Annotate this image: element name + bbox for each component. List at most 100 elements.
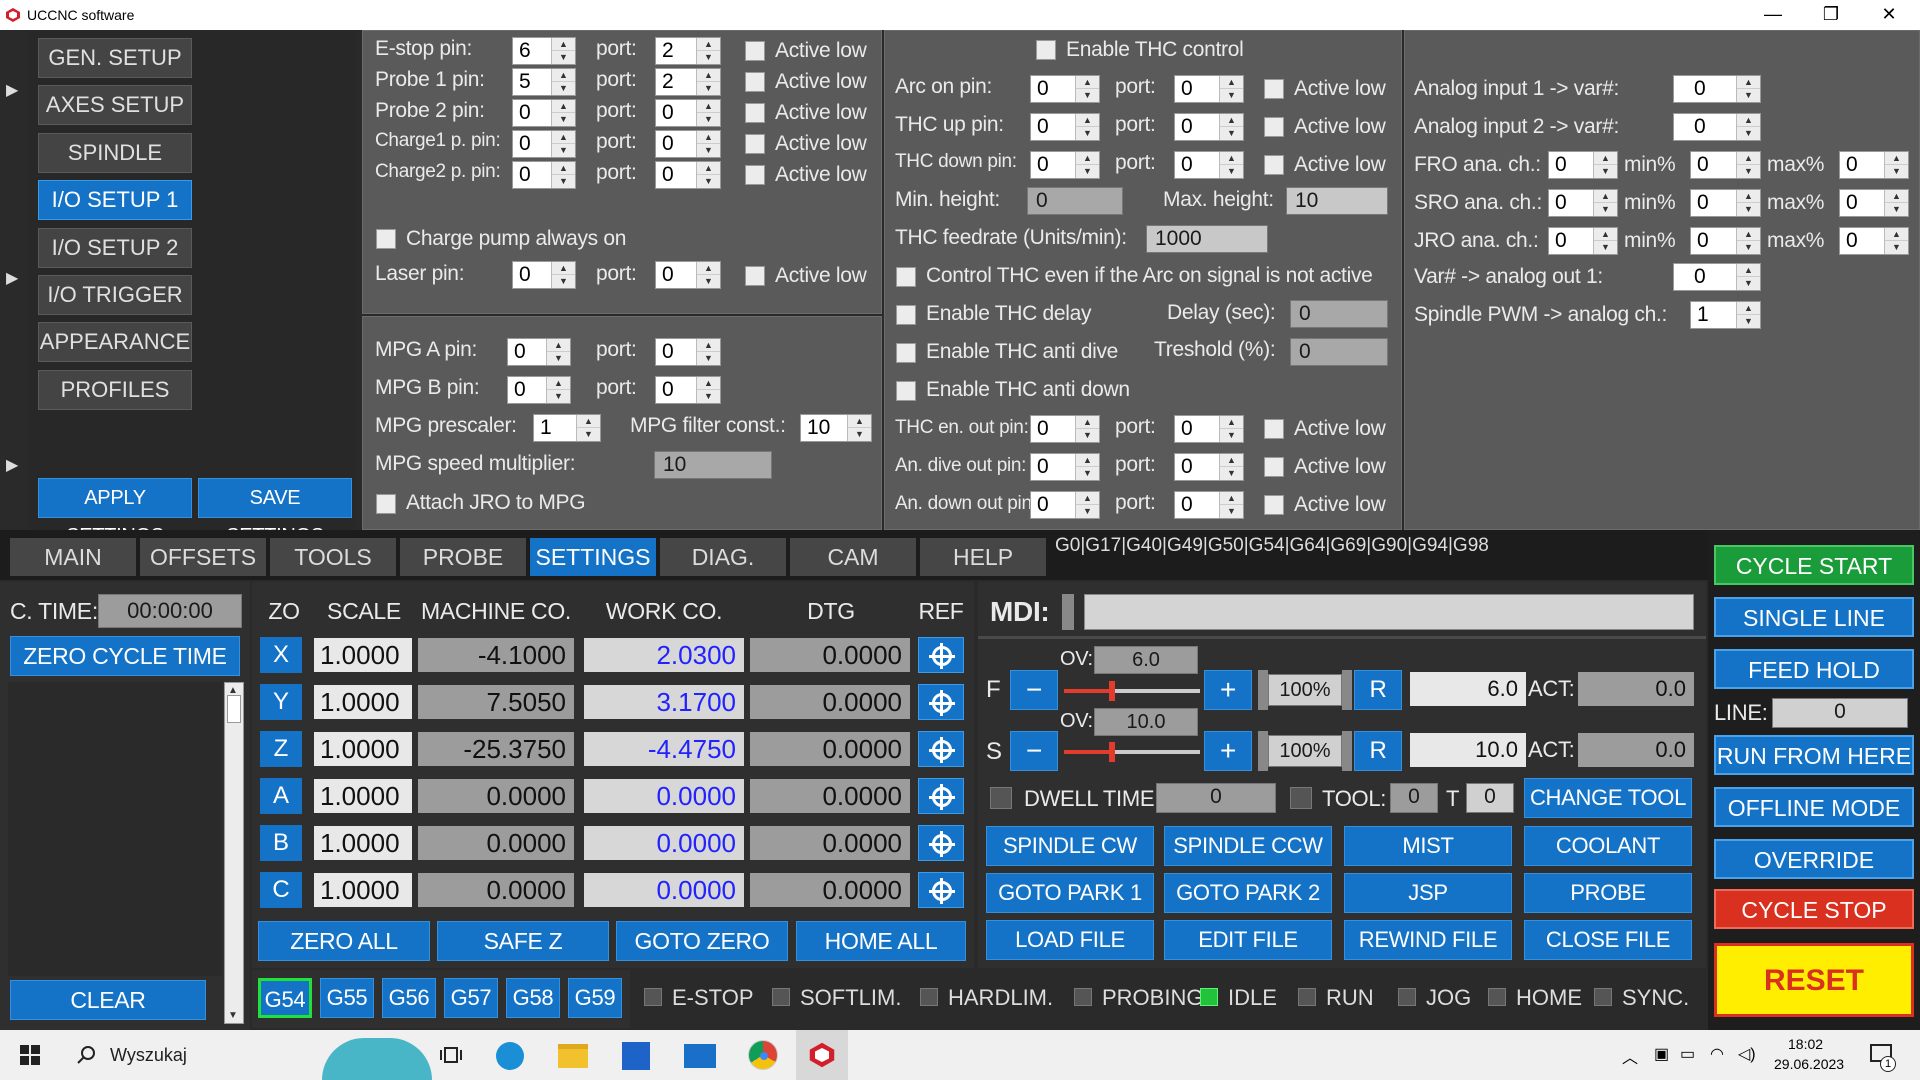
io-port-spinner[interactable]: 2 ▲ ▼: [655, 37, 721, 65]
scale-field[interactable]: 1.0000: [314, 638, 412, 672]
cycle-stop-button[interactable]: CYCLE STOP: [1714, 889, 1914, 929]
charge-pump-always-on-checkbox[interactable]: [376, 229, 396, 249]
axis-c-button[interactable]: C: [260, 872, 302, 908]
ref-z-button[interactable]: [918, 731, 964, 767]
fixture-g59-button[interactable]: G59: [568, 978, 622, 1018]
override-limits-button[interactable]: OVERRIDE LIMITS: [1714, 839, 1914, 911]
feed-slider-track[interactable]: [1064, 681, 1200, 701]
thc-port-spinner[interactable]: 0 ▲ ▼: [1174, 113, 1244, 141]
jsp-button[interactable]: JSP: [1344, 873, 1512, 913]
enable-thc-anti-down-checkbox[interactable]: [896, 381, 916, 401]
attach-jro-checkbox[interactable]: [376, 494, 396, 514]
work-coordinate[interactable]: 3.1700: [584, 685, 744, 719]
mail-icon[interactable]: [684, 1044, 716, 1068]
scale-field[interactable]: 1.0000: [314, 779, 412, 813]
thc-out-active-low-checkbox[interactable]: [1264, 457, 1284, 477]
thc-out-active-low-checkbox[interactable]: [1264, 495, 1284, 515]
scale-field[interactable]: 1.0000: [314, 826, 412, 860]
task-view-icon[interactable]: [440, 1045, 462, 1065]
io-pin-spinner[interactable]: 6 ▲ ▼: [512, 37, 576, 65]
analog-ch-spinner[interactable]: 0 ▲ ▼: [1548, 227, 1618, 255]
spindle-plus-button[interactable]: +: [1204, 731, 1252, 771]
scroll-down-icon[interactable]: ▼: [228, 1010, 238, 1021]
axis-a-button[interactable]: A: [260, 778, 302, 814]
enable-thc-checkbox[interactable]: [1036, 40, 1056, 60]
home-all-button[interactable]: HOME ALL: [796, 921, 966, 961]
fixture-g55-button[interactable]: G55: [320, 978, 374, 1018]
expand-arrow-icon[interactable]: ▶: [6, 80, 18, 100]
tab-settings[interactable]: SETTINGS: [530, 538, 656, 576]
thc-out-port-spinner[interactable]: 0 ▲ ▼: [1174, 415, 1244, 443]
work-coordinate[interactable]: 0.0000: [584, 779, 744, 813]
thc-out-pin-spinner[interactable]: 0 ▲ ▼: [1030, 453, 1100, 481]
spindle-slider-thumb[interactable]: [1108, 742, 1115, 762]
expand-arrow-icon[interactable]: ▶: [6, 455, 18, 475]
cycle-start-button[interactable]: CYCLE START: [1714, 545, 1914, 585]
analog-min-spinner[interactable]: 0 ▲ ▼: [1690, 189, 1761, 217]
fixture-g56-button[interactable]: G56: [382, 978, 436, 1018]
nav-appearance[interactable]: APPEARANCE: [38, 322, 192, 362]
save-settings-button[interactable]: SAVE SETTINGS: [198, 478, 352, 547]
io-port-spinner[interactable]: 0 ▲ ▼: [655, 130, 721, 158]
nav-io-setup-1[interactable]: I/O SETUP 1: [38, 180, 192, 220]
maximize-button[interactable]: ❐: [1802, 0, 1860, 30]
analog-max-spinner[interactable]: 0 ▲ ▼: [1839, 151, 1909, 179]
mpg-filter-spinner[interactable]: 10 ▲ ▼: [800, 414, 872, 442]
console-scrollbar[interactable]: ▲ ▼: [224, 682, 244, 1024]
thc-pin-spinner[interactable]: 0 ▲ ▼: [1030, 151, 1100, 179]
analog-min-spinner[interactable]: 0 ▲ ▼: [1690, 151, 1761, 179]
ref-x-button[interactable]: [918, 637, 964, 673]
tray-chevron-icon[interactable]: ︿: [1622, 1044, 1638, 1068]
probe-button[interactable]: PROBE: [1524, 873, 1692, 913]
thc-port-spinner[interactable]: 0 ▲ ▼: [1174, 151, 1244, 179]
thc-out-pin-spinner[interactable]: 0 ▲ ▼: [1030, 491, 1100, 519]
thc-pin-spinner[interactable]: 0 ▲ ▼: [1030, 75, 1100, 103]
ref-b-button[interactable]: [918, 825, 964, 861]
thc-port-spinner[interactable]: 0 ▲ ▼: [1174, 75, 1244, 103]
volume-icon[interactable]: ◁): [1738, 1044, 1756, 1064]
edit-file-button[interactable]: EDIT FILE: [1164, 920, 1332, 960]
clear-console-button[interactable]: CLEAR: [10, 980, 206, 1020]
nav-spindle[interactable]: SPINDLE: [38, 133, 192, 173]
io-port-spinner[interactable]: 0 ▲ ▼: [655, 161, 721, 189]
feed-minus-button[interactable]: −: [1010, 670, 1058, 710]
io-active-low-checkbox[interactable]: [745, 103, 765, 123]
tab-offsets[interactable]: OFFSETS: [140, 538, 266, 576]
io-pin-spinner[interactable]: 0 ▲ ▼: [512, 99, 576, 127]
close-button[interactable]: ✕: [1860, 0, 1918, 30]
thc-pin-spinner[interactable]: 0 ▲ ▼: [1030, 113, 1100, 141]
scale-field[interactable]: 1.0000: [314, 732, 412, 766]
scale-field[interactable]: 1.0000: [314, 873, 412, 907]
nav-io-trigger[interactable]: I/O TRIGGER: [38, 275, 192, 315]
analog-max-spinner[interactable]: 0 ▲ ▼: [1839, 189, 1909, 217]
change-tool-button[interactable]: CHANGE TOOL: [1524, 778, 1692, 818]
file-explorer-icon[interactable]: [558, 1044, 588, 1068]
mpg-a-port-spinner[interactable]: 0 ▲ ▼: [655, 338, 721, 366]
thc-out-active-low-checkbox[interactable]: [1264, 419, 1284, 439]
io-pin-spinner[interactable]: 0 ▲ ▼: [512, 161, 576, 189]
thc-out-port-spinner[interactable]: 0 ▲ ▼: [1174, 491, 1244, 519]
thc-feedrate-field[interactable]: 1000: [1146, 225, 1268, 253]
ref-y-button[interactable]: [918, 684, 964, 720]
analog-max-spinner[interactable]: 0 ▲ ▼: [1839, 227, 1909, 255]
spindle-pwm-spinner[interactable]: 1 ▲ ▼: [1690, 301, 1761, 329]
zero-cycle-time-button[interactable]: ZERO CYCLE TIME: [10, 636, 240, 676]
work-coordinate[interactable]: 0.0000: [584, 826, 744, 860]
store-icon[interactable]: [622, 1042, 650, 1070]
io-active-low-checkbox[interactable]: [745, 72, 765, 92]
fixture-g58-button[interactable]: G58: [506, 978, 560, 1018]
clock-time[interactable]: 18:02: [1788, 1036, 1823, 1052]
windows-start-icon[interactable]: [20, 1045, 40, 1065]
mpg-a-pin-spinner[interactable]: 0 ▲ ▼: [507, 338, 571, 366]
io-port-spinner[interactable]: 2 ▲ ▼: [655, 68, 721, 96]
analog-input-2-spinner[interactable]: 0 ▲ ▼: [1673, 113, 1761, 141]
wifi-icon[interactable]: ◠: [1710, 1044, 1724, 1064]
close-file-button[interactable]: CLOSE FILE: [1524, 920, 1692, 960]
spindle-reset-button[interactable]: R: [1354, 731, 1402, 771]
mpg-prescaler-spinner[interactable]: 1 ▲ ▼: [533, 414, 601, 442]
axis-b-button[interactable]: B: [260, 825, 302, 861]
laser-active-low-checkbox[interactable]: [745, 266, 765, 286]
io-pin-spinner[interactable]: 5 ▲ ▼: [512, 68, 576, 96]
scale-field[interactable]: 1.0000: [314, 685, 412, 719]
mpg-b-pin-spinner[interactable]: 0 ▲ ▼: [507, 376, 571, 404]
